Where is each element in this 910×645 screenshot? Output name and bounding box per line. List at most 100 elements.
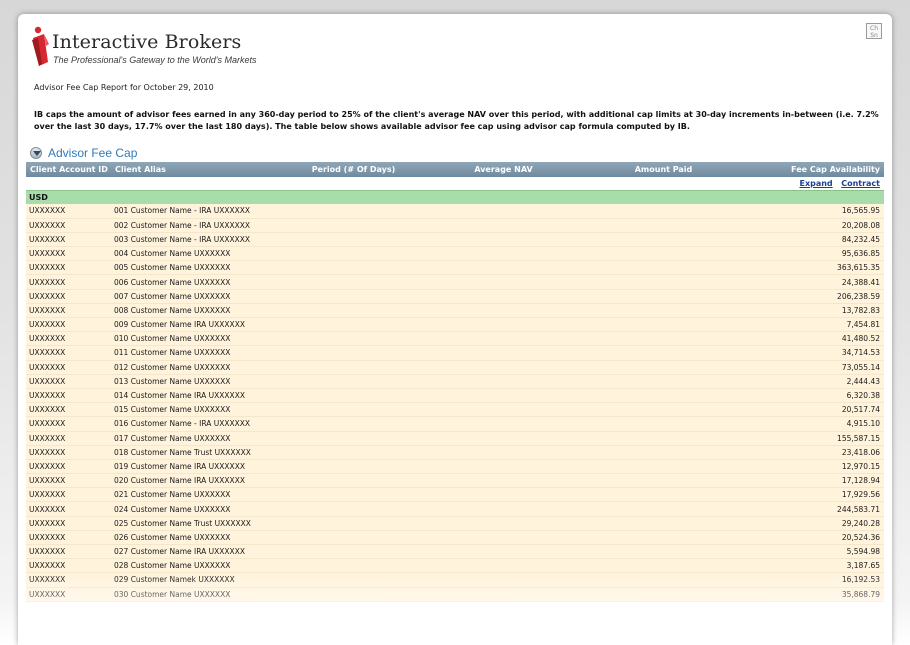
cell-fee-cap: 7,454.81 (746, 317, 884, 333)
cell-period (281, 232, 426, 248)
col-header-account-id[interactable]: Client Account ID (26, 162, 111, 177)
cell-alias: 025 Customer Name Trust UXXXXXX (111, 516, 281, 531)
cell-account-id: UXXXXXX (26, 317, 111, 333)
cell-account-id: UXXXXXX (26, 331, 111, 347)
table-row: UXXXXXX 001 Customer Name - IRA UXXXXXX 16… (26, 204, 884, 219)
cell-amount-paid (581, 431, 746, 446)
cell-average-nav (426, 246, 581, 262)
cell-fee-cap: 84,232.45 (746, 232, 884, 248)
cell-account-id: UXXXXXX (26, 587, 111, 602)
logo-tagline: The Professional's Gateway to the World'… (53, 55, 257, 65)
cell-alias: 004 Customer Name UXXXXXX (111, 246, 281, 262)
currency-label: USD (26, 189, 884, 204)
cell-average-nav (426, 374, 581, 389)
table-header-row: Client Account ID Client Alias Period (#… (26, 162, 884, 177)
cell-alias: 005 Customer Name UXXXXXX (111, 260, 281, 276)
cell-average-nav (426, 331, 581, 347)
cell-account-id: UXXXXXX (26, 431, 111, 446)
cell-alias: 015 Customer Name UXXXXXX (111, 402, 281, 418)
section-header[interactable]: Advisor Fee Cap (30, 146, 330, 162)
table-row: UXXXXXX 008 Customer Name UXXXXXX 13,782.8… (26, 303, 884, 319)
table-body: UXXXXXX 001 Customer Name - IRA UXXXXXX 16… (26, 204, 884, 602)
table-row: UXXXXXX 028 Customer Name UXXXXXX 3,187.65 (26, 558, 884, 574)
cell-period (281, 587, 426, 602)
cell-alias: 027 Customer Name IRA UXXXXXX (111, 544, 281, 560)
cell-period (281, 445, 426, 460)
cell-period (281, 374, 426, 389)
cell-alias: 010 Customer Name UXXXXXX (111, 331, 281, 347)
cell-fee-cap: 155,587.15 (746, 431, 884, 446)
col-header-amount-paid[interactable]: Amount Paid (581, 162, 746, 177)
cell-account-id: UXXXXXX (26, 501, 111, 517)
cell-amount-paid (581, 558, 746, 574)
table-row: UXXXXXX 019 Customer Name IRA UXXXXXX 12,9… (26, 459, 884, 475)
cell-account-id: UXXXXXX (26, 289, 111, 304)
collapse-arrow-icon[interactable] (30, 147, 42, 159)
table-row: UXXXXXX 013 Customer Name UXXXXXX 2,444.43 (26, 374, 884, 389)
cell-average-nav (426, 544, 581, 560)
expand-link[interactable]: Expand (799, 179, 832, 188)
col-header-period[interactable]: Period (# Of Days) (281, 162, 426, 177)
cell-amount-paid (581, 317, 746, 333)
cell-period (281, 402, 426, 418)
cell-period (281, 246, 426, 262)
cell-period (281, 473, 426, 489)
cell-period (281, 530, 426, 546)
currency-row: USD (26, 189, 884, 204)
cell-alias: 018 Customer Name Trust UXXXXXX (111, 445, 281, 460)
cell-average-nav (426, 416, 581, 432)
cell-amount-paid (581, 374, 746, 389)
cell-period (281, 388, 426, 404)
cell-amount-paid (581, 232, 746, 248)
cell-account-id: UXXXXXX (26, 459, 111, 475)
cell-fee-cap: 5,594.98 (746, 544, 884, 560)
table-row: UXXXXXX 017 Customer Name UXXXXXX 155,587.… (26, 431, 884, 446)
cell-period (281, 558, 426, 574)
cell-alias: 019 Customer Name IRA UXXXXXX (111, 459, 281, 475)
cell-alias: 016 Customer Name - IRA UXXXXXX (111, 416, 281, 432)
cell-amount-paid (581, 544, 746, 560)
cell-amount-paid (581, 388, 746, 404)
cell-amount-paid (581, 204, 746, 219)
table-row: UXXXXXX 005 Customer Name UXXXXXX 363,615.… (26, 260, 884, 276)
cell-period (281, 260, 426, 276)
cell-fee-cap: 95,636.85 (746, 246, 884, 262)
cell-amount-paid (581, 218, 746, 233)
cell-amount-paid (581, 572, 746, 588)
cell-account-id: UXXXXXX (26, 232, 111, 248)
table-row: UXXXXXX 009 Customer Name IRA UXXXXXX 7,45… (26, 317, 884, 333)
cell-period (281, 331, 426, 347)
cell-amount-paid (581, 289, 746, 304)
cell-account-id: UXXXXXX (26, 246, 111, 262)
cell-fee-cap: 23,418.06 (746, 445, 884, 460)
cell-fee-cap: 20,524.36 (746, 530, 884, 546)
cell-period (281, 303, 426, 319)
cell-period (281, 218, 426, 233)
cell-average-nav (426, 402, 581, 418)
table-row: UXXXXXX 030 Customer Name UXXXXXX 35,868.7… (26, 587, 884, 602)
cell-fee-cap: 34,714.53 (746, 345, 884, 361)
cell-average-nav (426, 501, 581, 517)
cell-account-id: UXXXXXX (26, 274, 111, 290)
cell-average-nav (426, 360, 581, 375)
cell-amount-paid (581, 360, 746, 375)
cell-average-nav (426, 274, 581, 290)
cell-amount-paid (581, 246, 746, 262)
contract-link[interactable]: Contract (841, 179, 880, 188)
table-row: UXXXXXX 025 Customer Name Trust UXXXXXX 29… (26, 516, 884, 531)
cell-average-nav (426, 388, 581, 404)
table-row: UXXXXXX 029 Customer Namek UXXXXXX 16,192.… (26, 572, 884, 588)
table-row: UXXXXXX 003 Customer Name - IRA UXXXXXX 84… (26, 232, 884, 248)
cell-fee-cap: 13,782.83 (746, 303, 884, 319)
cell-account-id: UXXXXXX (26, 558, 111, 574)
cell-alias: 011 Customer Name UXXXXXX (111, 345, 281, 361)
section-title[interactable]: Advisor Fee Cap (48, 146, 137, 160)
table-row: UXXXXXX 016 Customer Name - IRA UXXXXXX 4,… (26, 416, 884, 432)
restore-icon[interactable]: Ch Sn (866, 23, 882, 39)
col-header-average-nav[interactable]: Average NAV (426, 162, 581, 177)
col-header-fee-cap[interactable]: Fee Cap Availability (746, 162, 884, 177)
col-header-alias[interactable]: Client Alias (111, 162, 281, 177)
cell-alias: 006 Customer Name UXXXXXX (111, 274, 281, 290)
cell-period (281, 572, 426, 588)
cell-fee-cap: 35,868.79 (746, 587, 884, 602)
